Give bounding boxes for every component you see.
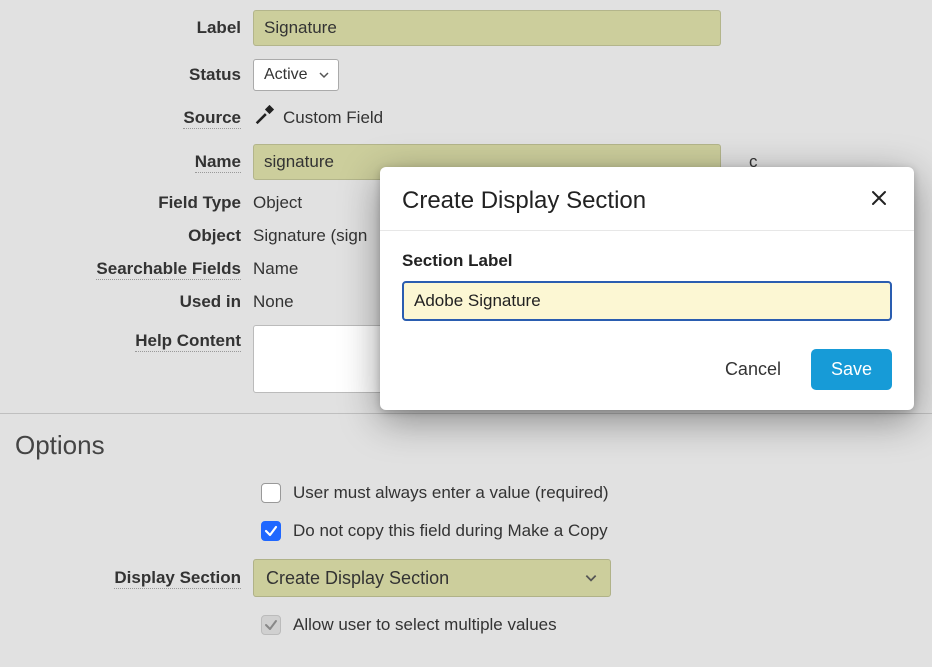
chevron-down-icon [318,69,330,81]
section-label-input[interactable] [402,281,892,321]
status-select[interactable]: Active [253,59,339,91]
label-for-display-section: Display Section [0,568,253,588]
label-for-source: Source [0,108,253,128]
source-value: Custom Field [283,108,383,128]
cancel-button[interactable]: Cancel [719,351,787,388]
searchable-value: Name [253,259,298,279]
field-type-value: Object [253,193,302,213]
object-value: Signature (sign [253,226,367,246]
hammer-icon [253,104,275,131]
display-section-select[interactable]: Create Display Section [253,559,611,597]
label-for-field-type: Field Type [0,193,253,213]
display-section-select-value: Create Display Section [266,568,449,589]
chevron-down-icon [584,571,598,585]
no-copy-checkbox-label: Do not copy this field during Make a Cop… [293,521,608,541]
used-in-value: None [253,292,294,312]
required-checkbox-label: User must always enter a value (required… [293,483,609,503]
label-for-object: Object [0,226,253,246]
label-for-name: Name [0,152,253,172]
label-for-used-in: Used in [0,292,253,312]
label-for-label: Label [0,18,253,38]
multi-select-checkbox [261,615,281,635]
no-copy-checkbox[interactable] [261,521,281,541]
section-divider [0,413,932,414]
label-input[interactable] [253,10,721,46]
options-heading: Options [15,430,932,461]
modal-title: Create Display Section [402,187,646,215]
section-label-label: Section Label [402,251,892,271]
create-display-section-modal: Create Display Section Section Label Can… [380,167,914,410]
label-for-searchable: Searchable Fields [0,259,253,279]
label-for-status: Status [0,65,253,85]
label-for-help-content: Help Content [0,325,253,351]
save-button[interactable]: Save [811,349,892,390]
required-checkbox[interactable] [261,483,281,503]
status-select-value: Active [264,66,308,84]
close-icon[interactable] [866,185,892,216]
multi-select-checkbox-label: Allow user to select multiple values [293,615,557,635]
